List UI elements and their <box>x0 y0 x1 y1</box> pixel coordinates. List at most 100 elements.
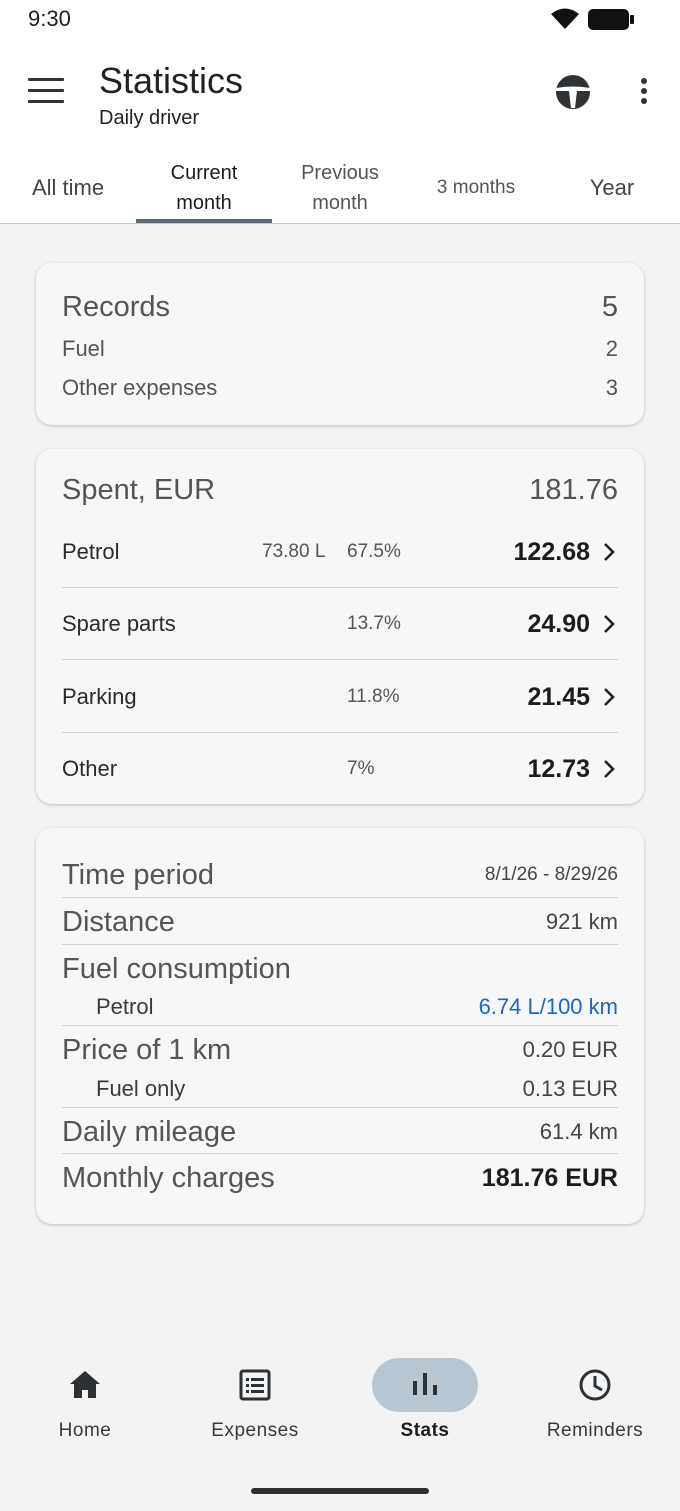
nav-item-reminders[interactable]: Reminders <box>510 1340 680 1470</box>
fuel-consumption-row: Fuel consumption <box>62 949 618 989</box>
chevron-right-icon <box>604 688 615 706</box>
battery-icon <box>588 9 634 30</box>
nav-label: Home <box>58 1420 112 1441</box>
bar-chart-icon <box>413 1373 437 1395</box>
fuel-only-row: Fuel only 0.13 EUR <box>62 1072 618 1106</box>
nav-item-expenses[interactable]: Expenses <box>170 1340 340 1470</box>
records-card: Records 5 Fuel 2 Other expenses 3 <box>36 263 644 425</box>
divider <box>62 944 618 945</box>
tab-current-month[interactable]: Current month <box>136 152 272 224</box>
expense-percent: 13.7% <box>347 613 401 634</box>
page-subtitle: Daily driver <box>99 107 200 129</box>
expense-label: Other <box>62 756 118 781</box>
distance-value: 921 km <box>545 909 618 934</box>
monthly-charges-row: Monthly charges 181.76 EUR <box>62 1158 618 1198</box>
records-other-value: 3 <box>605 375 618 400</box>
tab-year[interactable]: Year <box>544 152 680 224</box>
petrol-consumption-row: Petrol 6.74 L/100 km <box>62 990 618 1024</box>
nav-item-stats[interactable]: Stats <box>340 1340 510 1470</box>
monthly-charges-label: Monthly charges <box>62 1161 275 1194</box>
records-row: Fuel 2 <box>62 333 618 365</box>
expense-percent: 11.8% <box>347 686 400 707</box>
tab-3-months[interactable]: 3 months <box>408 152 544 224</box>
fuel-only-label: Fuel only <box>96 1076 186 1101</box>
nav-label: Stats <box>400 1420 450 1441</box>
time-period-row: Time period 8/1/26 - 8/29/26 <box>62 855 618 895</box>
price-per-km-label: Price of 1 km <box>62 1033 232 1066</box>
divider <box>62 587 618 588</box>
chevron-right-icon <box>604 615 615 633</box>
page-title: Statistics <box>99 60 244 101</box>
bottom-navigation: Home Expenses Stats Reminders <box>0 1340 680 1470</box>
expense-row-parking[interactable]: Parking 11.8% 21.45 <box>62 677 618 717</box>
status-bar: 9:30 <box>0 0 680 40</box>
divider <box>62 1107 618 1108</box>
fuel-only-value: 0.13 EUR <box>522 1076 618 1101</box>
chevron-right-icon <box>604 543 615 561</box>
tab-label: Year <box>589 175 635 200</box>
expense-amount: 12.73 <box>527 754 590 783</box>
expense-label: Parking <box>62 684 137 709</box>
records-fuel-label: Fuel <box>62 336 105 361</box>
daily-mileage-value: 61.4 km <box>539 1119 618 1144</box>
wifi-icon <box>551 8 579 29</box>
expense-percent: 7% <box>347 758 375 779</box>
daily-mileage-row: Daily mileage 61.4 km <box>62 1112 618 1152</box>
tab-all-time[interactable]: All time <box>0 152 136 224</box>
clock-icon <box>579 1369 611 1401</box>
expense-row-petrol[interactable]: Petrol 73.80 L 67.5% 122.68 <box>62 532 618 572</box>
expense-label: Spare parts <box>62 611 176 636</box>
tab-indicator <box>136 219 272 223</box>
menu-icon[interactable] <box>28 78 64 106</box>
expense-row-other[interactable]: Other 7% 12.73 <box>62 749 618 789</box>
petrol-consumption-label: Petrol <box>96 994 154 1019</box>
petrol-consumption-value: 6.74 L/100 km <box>478 994 618 1019</box>
divider <box>62 897 618 898</box>
status-time: 9:30 <box>28 6 71 31</box>
more-options-icon[interactable] <box>632 78 656 108</box>
time-period-value: 8/1/26 - 8/29/26 <box>484 864 618 885</box>
spent-title: Spent, EUR <box>62 473 216 506</box>
list-icon <box>239 1369 271 1401</box>
expense-amount: 122.68 <box>513 537 590 566</box>
distance-row: Distance 921 km <box>62 902 618 942</box>
expense-percent: 67.5% <box>347 541 401 562</box>
expense-label: Petrol <box>62 539 120 564</box>
nav-label: Expenses <box>211 1420 299 1441</box>
nav-label: Reminders <box>546 1420 644 1441</box>
spent-card: Spent, EUR 181.76 Petrol 73.80 L 67.5% 1… <box>36 449 644 804</box>
records-total: 5 <box>601 290 618 323</box>
tab-previous-month[interactable]: Previous month <box>272 152 408 224</box>
tab-label: All time <box>31 175 105 200</box>
daily-mileage-label: Daily mileage <box>62 1115 237 1148</box>
expense-quantity: 73.80 L <box>262 541 326 562</box>
tab-label: Current month <box>170 162 238 214</box>
records-row: Other expenses 3 <box>62 372 618 404</box>
nav-item-home[interactable]: Home <box>0 1340 170 1470</box>
records-title: Records <box>62 290 170 323</box>
app-bar: Statistics Daily driver <box>0 50 680 140</box>
tab-label: 3 months <box>436 177 516 198</box>
price-per-km-row: Price of 1 km 0.20 EUR <box>62 1030 618 1070</box>
info-card: Time period 8/1/26 - 8/29/26 Distance 92… <box>36 828 644 1224</box>
chevron-right-icon <box>604 760 615 778</box>
expense-row-spare-parts[interactable]: Spare parts 13.7% 24.90 <box>62 604 618 644</box>
period-tabs: All time Current month Previous month 3 … <box>0 152 680 224</box>
tab-label: Previous month <box>301 162 379 214</box>
home-icon <box>70 1371 100 1398</box>
home-indicator[interactable] <box>251 1488 429 1494</box>
records-fuel-value: 2 <box>605 336 618 361</box>
expense-amount: 21.45 <box>527 682 590 711</box>
divider <box>62 1025 618 1026</box>
fuel-consumption-label: Fuel consumption <box>62 952 291 985</box>
spent-total: 181.76 <box>529 473 618 506</box>
expense-amount: 24.90 <box>527 609 590 638</box>
divider <box>62 1153 618 1154</box>
globe-icon[interactable] <box>555 74 591 110</box>
price-per-km-value: 0.20 EUR <box>522 1037 618 1062</box>
time-period-label: Time period <box>62 858 215 891</box>
distance-label: Distance <box>62 905 175 938</box>
divider <box>62 659 618 660</box>
monthly-charges-value: 181.76 EUR <box>481 1163 618 1192</box>
divider <box>62 732 618 733</box>
